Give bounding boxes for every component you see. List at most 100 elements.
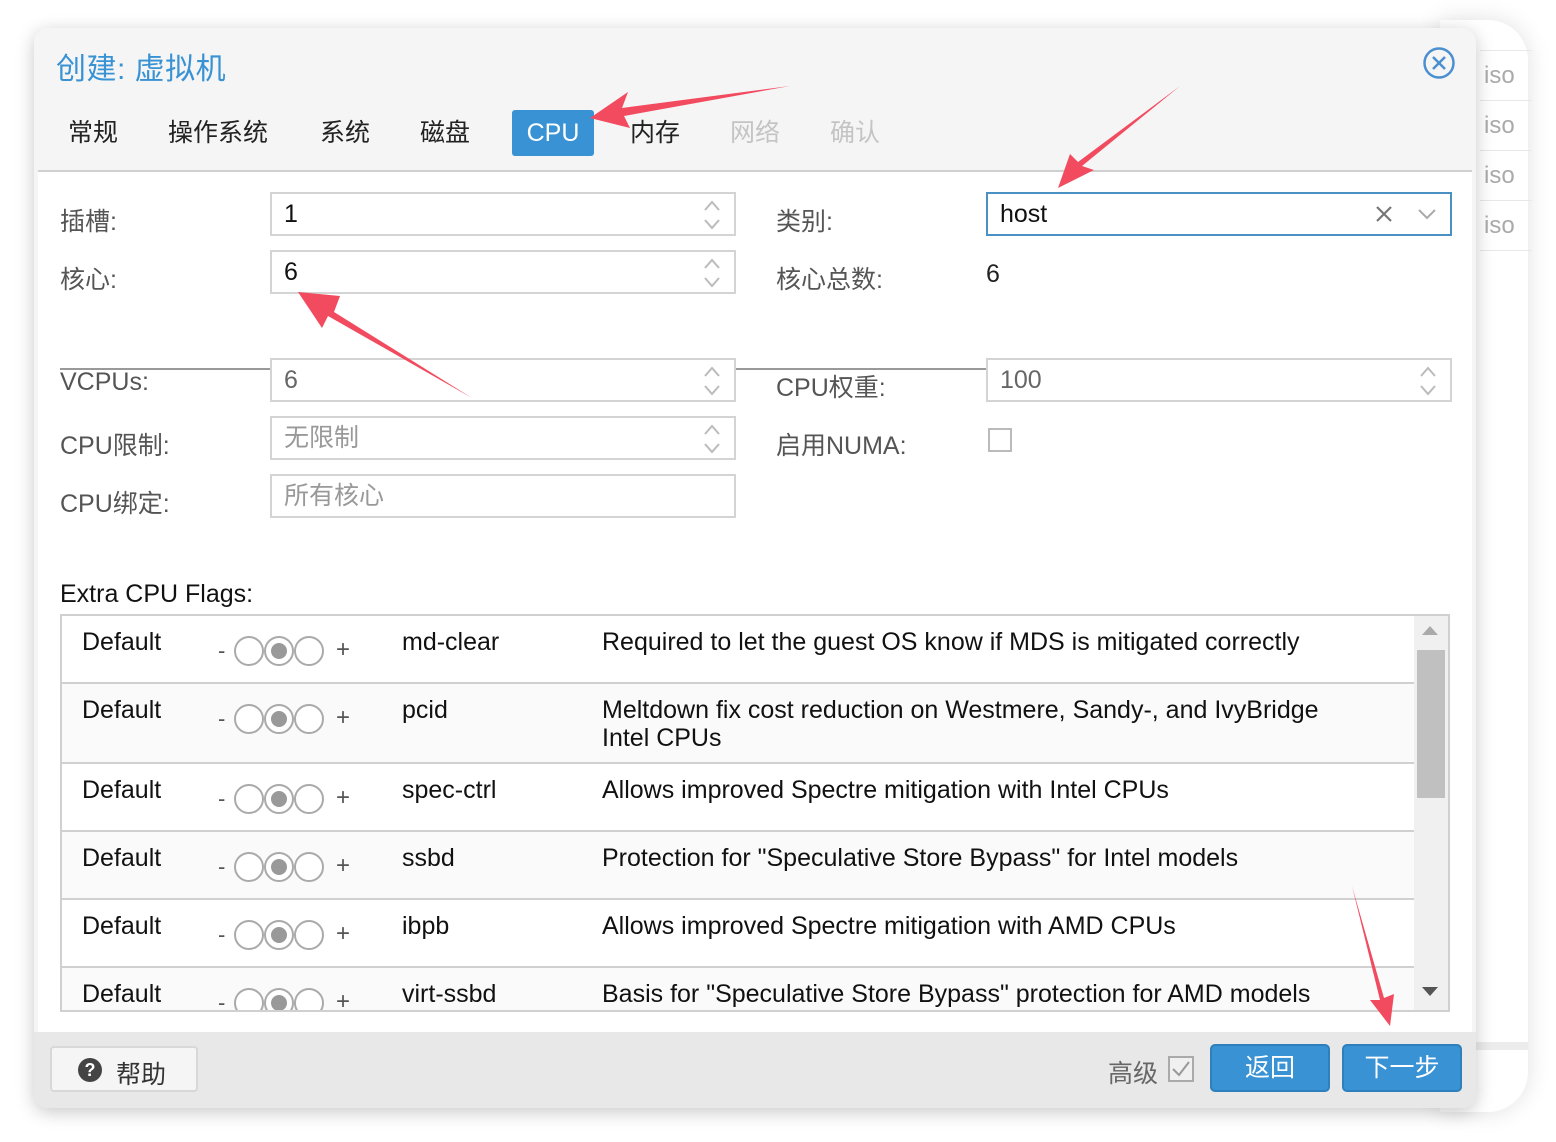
close-button[interactable]: [1422, 46, 1456, 80]
cpu-affinity-input[interactable]: 所有核心: [270, 474, 736, 518]
flag-off-radio[interactable]: [234, 852, 264, 882]
spinner-icon[interactable]: [702, 198, 722, 232]
flag-off-radio[interactable]: [234, 704, 264, 734]
minus-label: -: [218, 922, 226, 947]
spinner-icon[interactable]: [1418, 364, 1438, 398]
tab-network: 网络: [730, 119, 781, 147]
clear-icon[interactable]: [1372, 202, 1396, 226]
question-circle-icon: ?: [78, 1058, 102, 1082]
cores-input[interactable]: 6: [270, 250, 736, 294]
dialog-title: 创建: 虚拟机: [56, 53, 227, 86]
background-list-item: iso: [1480, 50, 1532, 101]
flag-on-radio[interactable]: [294, 852, 324, 882]
cpu-type-select[interactable]: host: [986, 192, 1452, 236]
cpu-units-input[interactable]: 100: [986, 358, 1452, 402]
tab-disk[interactable]: 磁盘: [420, 110, 470, 156]
plus-label: +: [336, 852, 351, 879]
flag-tristate: - +: [218, 920, 358, 952]
dialog-footer: ? 帮助 高级 返回 下一步: [34, 1032, 1476, 1108]
tab-memory[interactable]: 内存: [630, 110, 680, 156]
plus-label: +: [336, 636, 351, 663]
flag-description: Allows improved Spectre mitigation with …: [602, 912, 1176, 940]
cpu-affinity-label: CPU绑定:: [60, 490, 170, 518]
spinner-icon[interactable]: [702, 422, 722, 456]
background-divider: [1476, 1042, 1528, 1050]
flag-default-radio[interactable]: [264, 920, 294, 950]
cpu-affinity-placeholder: 所有核心: [284, 482, 385, 510]
background-list-item: iso: [1480, 150, 1532, 201]
flag-name: spec-ctrl: [402, 776, 497, 804]
extra-cpu-flags-label: Extra CPU Flags:: [60, 580, 254, 608]
flag-off-radio[interactable]: [234, 920, 264, 950]
vcpus-value: 6: [284, 366, 298, 394]
flag-default-radio[interactable]: [264, 784, 294, 814]
vcpus-label-text: VCPUs:: [60, 368, 149, 396]
cpu-type-value: host: [1000, 200, 1048, 228]
spinner-icon[interactable]: [702, 256, 722, 290]
sockets-label: 插槽:: [60, 208, 117, 236]
scrollbar-thumb[interactable]: [1417, 650, 1445, 798]
cpu-units-label: CPU权重:: [776, 374, 886, 402]
flag-on-radio[interactable]: [294, 784, 324, 814]
cpu-settings-panel: 插槽: 1 类别: host 核心: 6 核心总数: 6 VCPUs: 6 CP…: [38, 170, 1472, 1034]
circle-x-icon: [1423, 47, 1455, 79]
tab-system[interactable]: 系统: [320, 110, 370, 156]
flag-state: Default: [82, 628, 162, 656]
flag-on-radio[interactable]: [294, 988, 324, 1010]
flag-description: Allows improved Spectre mitigation with …: [602, 776, 1169, 804]
flag-default-radio[interactable]: [264, 704, 294, 734]
flag-row: Default - + ssbd Protection for "Specula…: [62, 832, 1416, 900]
flag-off-radio[interactable]: [234, 636, 264, 666]
sockets-input[interactable]: 1: [270, 192, 736, 236]
flag-row: Default - + ibpb Allows improved Spectre…: [62, 900, 1416, 968]
chevron-down-icon[interactable]: [1416, 204, 1438, 224]
cpu-limit-placeholder: 无限制: [284, 424, 360, 452]
spinner-icon[interactable]: [702, 364, 722, 398]
flag-tristate: - +: [218, 988, 358, 1012]
cores-label: 核心:: [60, 266, 117, 294]
flag-state: Default: [82, 844, 162, 872]
flag-on-radio[interactable]: [294, 920, 324, 950]
cpu-units-value: 100: [1000, 366, 1042, 394]
flag-on-radio[interactable]: [294, 636, 324, 666]
flag-description: Basis for "Speculative Store Bypass" pro…: [602, 980, 1311, 1008]
vcpus-label: VCPUs:: [60, 368, 149, 397]
flag-default-radio[interactable]: [264, 852, 294, 882]
flag-tristate: - +: [218, 784, 358, 816]
flag-tristate: - +: [218, 852, 358, 884]
flag-state: Default: [82, 696, 162, 724]
help-button[interactable]: ? 帮助: [50, 1046, 198, 1092]
minus-label: -: [218, 706, 226, 731]
next-button[interactable]: 下一步: [1342, 1044, 1462, 1092]
plus-label: +: [336, 988, 351, 1012]
back-button[interactable]: 返回: [1210, 1044, 1330, 1092]
flag-off-radio[interactable]: [234, 988, 264, 1010]
tab-cpu[interactable]: CPU: [512, 110, 594, 156]
numa-checkbox[interactable]: [988, 428, 1012, 452]
cpu-limit-input[interactable]: 无限制: [270, 416, 736, 460]
tab-general[interactable]: 常规: [68, 110, 118, 156]
cores-value: 6: [284, 258, 298, 286]
flag-state: Default: [82, 776, 162, 804]
flag-on-radio[interactable]: [294, 704, 324, 734]
total-cores-label: 核心总数:: [776, 266, 883, 294]
scroll-down-arrow-icon[interactable]: [1422, 987, 1438, 996]
flag-row: Default - + md-clear Required to let the…: [62, 616, 1416, 684]
background-list-item: iso: [1480, 200, 1532, 251]
help-label: 帮助: [116, 1061, 167, 1089]
advanced-checkbox[interactable]: [1168, 1056, 1194, 1082]
flag-default-radio[interactable]: [264, 988, 294, 1010]
plus-label: +: [336, 920, 351, 947]
flag-tristate: - +: [218, 704, 358, 736]
flags-scrollbar[interactable]: [1414, 616, 1448, 1010]
minus-label: -: [218, 786, 226, 811]
advanced-label: 高级: [1108, 1060, 1159, 1088]
vcpus-input[interactable]: 6: [270, 358, 736, 402]
flag-default-radio[interactable]: [264, 636, 294, 666]
flag-row: Default - + spec-ctrl Allows improved Sp…: [62, 764, 1416, 832]
tab-os[interactable]: 操作系统: [168, 110, 268, 156]
background-list-item: [1480, 250, 1532, 301]
numa-label: 启用NUMA:: [776, 432, 907, 460]
scroll-up-arrow-icon[interactable]: [1422, 626, 1438, 635]
flag-off-radio[interactable]: [234, 784, 264, 814]
